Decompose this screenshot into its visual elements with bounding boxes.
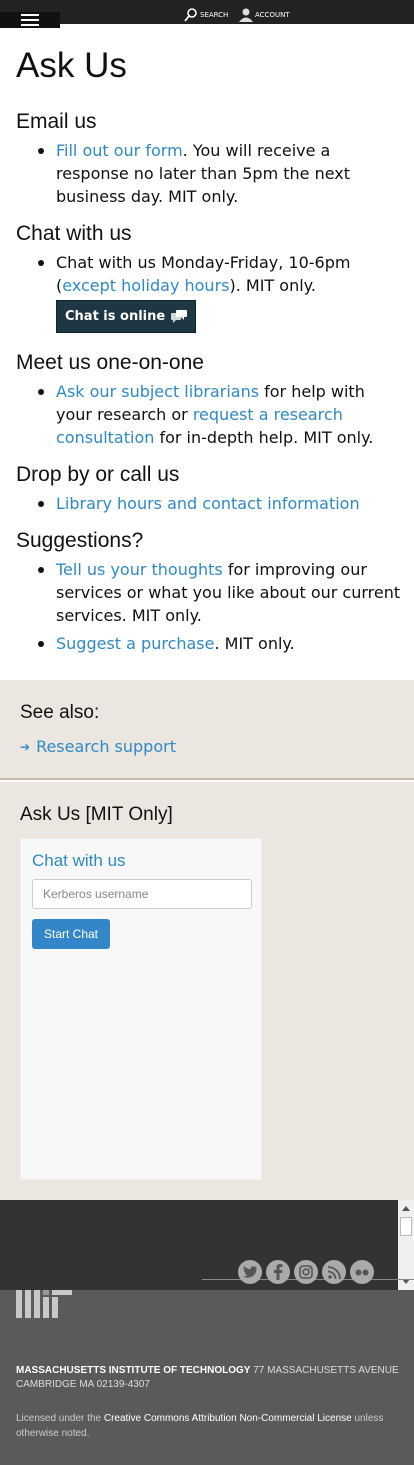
chat-status-label: Chat is online xyxy=(65,309,166,324)
library-hours-link[interactable]: Library hours and contact information xyxy=(56,494,360,513)
chat-widget-heading: Chat with us xyxy=(32,851,126,870)
rss-icon[interactable] xyxy=(322,1260,346,1284)
hamburger-line xyxy=(21,19,39,21)
mit-logo[interactable] xyxy=(16,1290,72,1318)
dropby-section: Drop by or call us Library hours and con… xyxy=(16,462,401,515)
contact-form-link[interactable]: Fill out our form xyxy=(56,141,183,160)
flickr-icon[interactable] xyxy=(350,1260,374,1284)
holiday-hours-link[interactable]: except holiday hours xyxy=(62,276,229,295)
account-link[interactable]: ACCOUNT xyxy=(239,2,290,22)
menu-button[interactable] xyxy=(0,12,60,28)
dropby-heading: Drop by or call us xyxy=(16,463,180,486)
scroll-up-icon[interactable] xyxy=(402,1206,410,1211)
meet-heading: Meet us one-on-one xyxy=(16,351,204,374)
search-icon xyxy=(184,8,197,22)
chat-text-after: ). MIT only. xyxy=(229,276,316,295)
city-address: CAMBRIDGE MA 02139-4307 xyxy=(16,1379,150,1390)
see-also-panel: See also: ➔ Research support xyxy=(0,680,414,780)
tell-thoughts-link[interactable]: Tell us your thoughts xyxy=(56,560,223,579)
list-item: Tell us your thoughts for improving our … xyxy=(36,558,401,627)
search-label: SEARCH xyxy=(200,11,229,19)
suggestions-section: Suggestions? Tell us your thoughts for i… xyxy=(16,528,401,655)
main-content: Ask Us Email us Fill out our form. You w… xyxy=(16,44,401,653)
chat-widget: Chat with us Start Chat xyxy=(20,838,262,1180)
list-item: Suggest a purchase. MIT only. xyxy=(36,632,401,655)
hamburger-line xyxy=(21,14,39,16)
institute-name: MASSACHUSETTS INSTITUTE OF TECHNOLOGY xyxy=(16,1365,251,1376)
page-title: Ask Us xyxy=(16,46,127,85)
purchase-text: . MIT only. xyxy=(214,634,295,653)
user-icon xyxy=(239,8,253,22)
email-section: Email us Fill out our form. You will rec… xyxy=(16,109,401,208)
suggest-purchase-link[interactable]: Suggest a purchase xyxy=(56,634,214,653)
scroll-thumb[interactable] xyxy=(400,1217,412,1236)
list-item: Chat with us Monday-Friday, 10-6pm (exce… xyxy=(36,251,401,333)
chat-section: Chat with us Chat with us Monday-Friday,… xyxy=(16,221,401,333)
list-item: Library hours and contact information xyxy=(36,492,401,515)
facebook-icon[interactable] xyxy=(266,1260,290,1284)
street-address: 77 MASSACHUSETTS AVENUE xyxy=(250,1365,399,1376)
subject-librarians-link[interactable]: Ask our subject librarians xyxy=(56,382,259,401)
license-link[interactable]: Creative Commons Attribution Non-Commerc… xyxy=(104,1413,352,1424)
list-item: Ask our subject librarians for help with… xyxy=(36,380,401,449)
footer-address: MASSACHUSETTS INSTITUTE OF TECHNOLOGY 77… xyxy=(16,1364,406,1392)
suggestions-heading: Suggestions? xyxy=(16,529,144,552)
ask-mit-heading: Ask Us [MIT Only] xyxy=(20,804,173,825)
top-bar: SEARCH ACCOUNT xyxy=(0,0,414,28)
license-text: Licensed under the Creative Commons Attr… xyxy=(16,1411,396,1441)
research-support-link[interactable]: ➔ Research support xyxy=(20,737,176,756)
chat-status-button[interactable]: Chat is online xyxy=(56,300,197,333)
list-item: Fill out our form. You will receive a re… xyxy=(36,139,401,208)
ask-mit-panel: Ask Us [MIT Only] Chat with us Start Cha… xyxy=(0,782,414,1200)
footer-scrollbar[interactable] xyxy=(398,1200,414,1290)
instagram-icon[interactable] xyxy=(294,1260,318,1284)
kerberos-username-input[interactable] xyxy=(32,879,252,909)
license-prefix: Licensed under the xyxy=(16,1413,104,1424)
meet-section: Meet us one-on-one Ask our subject libra… xyxy=(16,350,401,449)
email-heading: Email us xyxy=(16,110,97,133)
start-chat-button[interactable]: Start Chat xyxy=(32,919,110,949)
social-links xyxy=(238,1260,374,1284)
search-link[interactable]: SEARCH xyxy=(184,2,228,22)
research-support-label: Research support xyxy=(36,737,176,756)
meet-text-after: for in-depth help. MIT only. xyxy=(154,428,374,447)
footer: MASSACHUSETTS INSTITUTE OF TECHNOLOGY 77… xyxy=(0,1290,414,1465)
account-label: ACCOUNT xyxy=(255,11,290,19)
twitter-icon[interactable] xyxy=(238,1260,262,1284)
see-also-heading: See also: xyxy=(20,702,100,723)
hamburger-line xyxy=(21,24,39,26)
chat-heading: Chat with us xyxy=(16,222,132,245)
arrow-right-icon: ➔ xyxy=(20,739,31,754)
chat-bubble-icon xyxy=(171,310,188,323)
